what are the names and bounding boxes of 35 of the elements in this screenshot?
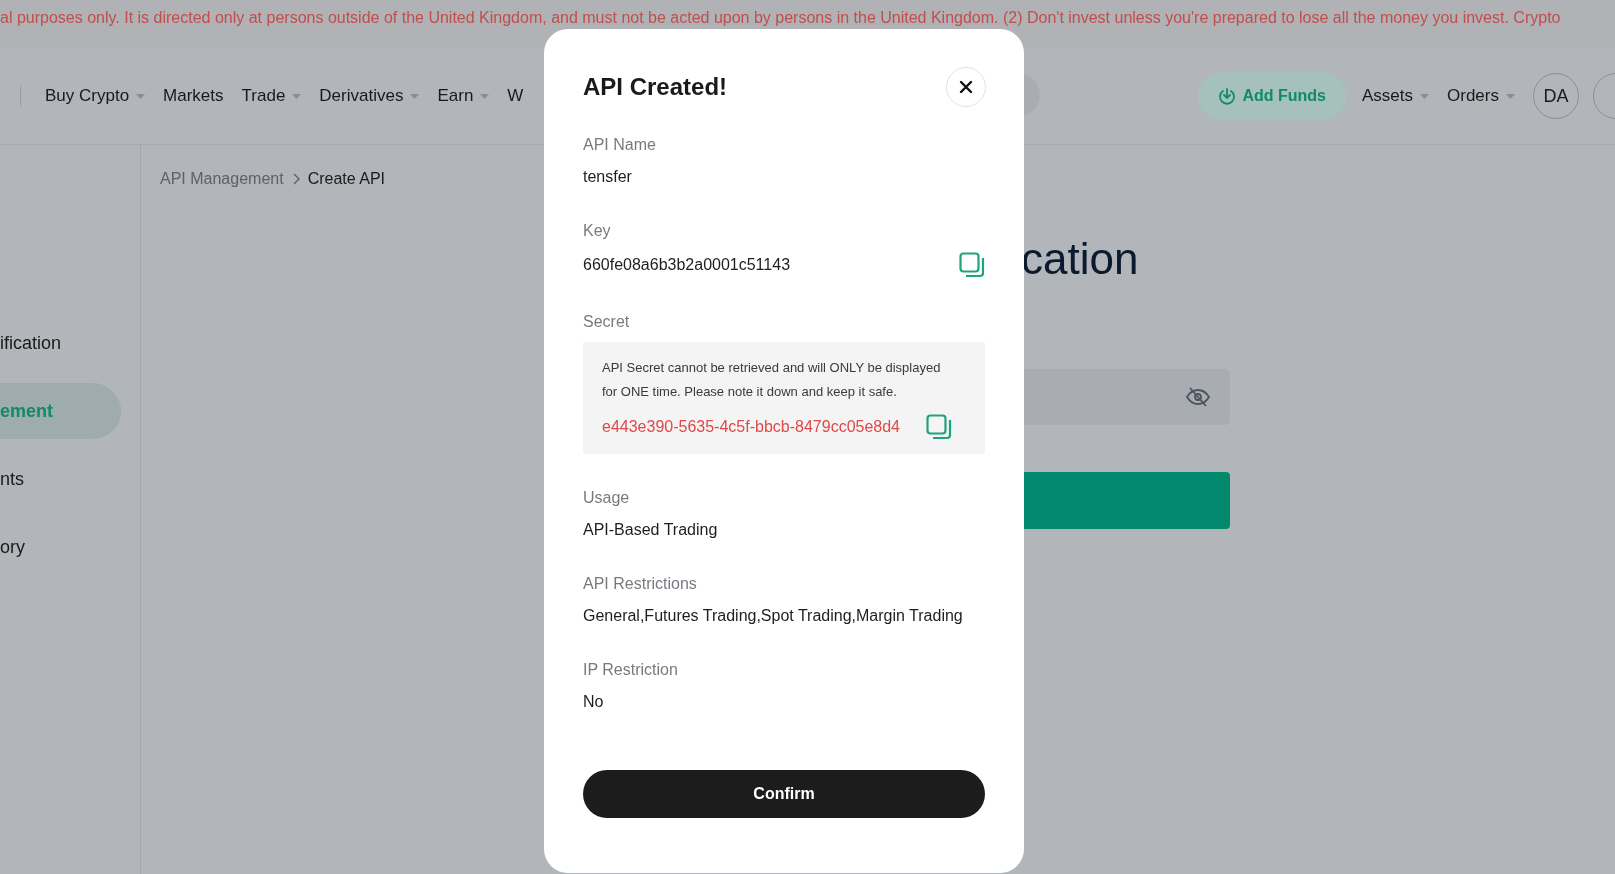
nav-link[interactable]: Trade [241, 83, 302, 109]
field-value: tensfer [583, 167, 633, 187]
field-value: General,Futures Trading,Spot Trading,Margin Trading [583, 606, 964, 626]
breadcrumb-current: Create API [307, 169, 385, 189]
sidebar-item[interactable]: ification [0, 315, 121, 371]
sidebar-item[interactable]: ory [0, 519, 121, 575]
notice-text: al purposes only. It is directed only at persons outside of the United Kingdom, and must not be acted upon by persons in the United Kingdom. (2) Don't invest unless you're prepared to lose all the money you invest. Crypto [0, 10, 1562, 26]
warning-text: API Secret cannot be retrieved and will ONLY be displayed for ONE time. Please note it down and keep it safe. [602, 359, 942, 401]
field-value: 660fe08a6b3b2a0001c51143 [583, 255, 791, 275]
nav-link[interactable]: W [507, 83, 524, 109]
field-label: API Name [583, 135, 657, 155]
nav-link[interactable]: Assets [1362, 83, 1430, 109]
confirm-button[interactable]: Confirm [583, 770, 985, 818]
nav-link[interactable]: Derivatives [319, 83, 420, 109]
copy-icon[interactable] [959, 252, 985, 278]
sidebar-item[interactable]: nts [0, 451, 121, 507]
page-heading: cation [1021, 237, 1139, 281]
nav-link[interactable]: Buy Crypto [45, 83, 146, 109]
copy-icon[interactable] [926, 414, 952, 440]
field-value: API-Based Trading [583, 520, 719, 540]
dialog-title: API Created! [583, 72, 728, 102]
secret-value: e443e390-5635-4c5f-bbcb-8479cc05e8d4 [602, 417, 900, 437]
download-icon [1218, 87, 1237, 105]
field-label: Key [583, 221, 612, 241]
field-label: API Restrictions [583, 574, 698, 594]
nav-link[interactable]: Markets [163, 83, 224, 109]
chevron-right-icon [291, 173, 300, 185]
field-label: Usage [583, 488, 631, 508]
field-label: IP Restriction [583, 660, 679, 680]
nav-link[interactable]: Orders [1447, 83, 1515, 109]
field-value: No [583, 692, 605, 712]
close-icon [959, 80, 973, 94]
eye-slash-icon[interactable] [1186, 387, 1210, 407]
field-label: Secret [583, 312, 631, 332]
nav-link[interactable]: Earn [437, 83, 490, 109]
